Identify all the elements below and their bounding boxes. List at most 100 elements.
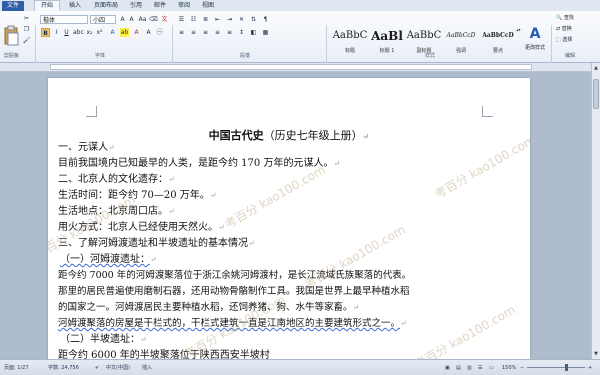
line-text: 生活地点：北京周口店。 — [58, 206, 168, 217]
align-center-icon[interactable]: ≡ — [189, 28, 198, 37]
style-strong[interactable]: AaBbCcD 要点 — [480, 25, 516, 59]
find-button[interactable]: 🔍 查找 — [556, 14, 574, 22]
document-line: 二、北京人的文化遗存：↵ — [58, 172, 175, 188]
decrease-indent-icon[interactable]: ⇤ — [213, 15, 222, 24]
document-page[interactable]: 中国古代史（历史七年级上册）↵ 一、元谋人↵ 目前我国境内已知最早的人类，是距今… — [48, 78, 530, 368]
style-label: 标题 — [344, 48, 355, 54]
underline-button[interactable]: U — [62, 28, 71, 37]
numbering-icon[interactable]: ☷ — [189, 15, 198, 24]
style-subtitle[interactable]: AaBbC 副标题 — [406, 25, 442, 59]
scroll-up-icon[interactable]: ▲ — [592, 65, 600, 71]
line-text: 距今约 7000 年的河姆渡聚落位于浙江余姚河姆渡村，是长江流域氏族聚落的代表。 — [58, 270, 412, 281]
change-styles-icon: A — [529, 26, 541, 42]
paragraph-mark-icon: ↵ — [150, 255, 157, 264]
show-marks-icon[interactable]: ¶ — [261, 15, 270, 24]
char-shading-icon[interactable]: A — [144, 28, 153, 37]
font-name-box[interactable]: 楷体 — [40, 15, 88, 24]
align-left-icon[interactable]: ≡ — [177, 28, 186, 37]
find-label: 查找 — [563, 15, 574, 21]
align-right-icon[interactable]: ≡ — [201, 28, 210, 37]
vertical-scrollbar[interactable]: ▲ ▼ — [591, 63, 600, 359]
font-color-icon[interactable]: A — [132, 28, 141, 37]
bold-button[interactable]: B — [41, 28, 50, 37]
line-text: 的国家之一。河姆渡居民主要种植水稻，还饲养猪、狗、水牛等家畜。 — [58, 302, 353, 313]
line-text: 用火方式：北京人已经使用天然火。 — [58, 222, 218, 233]
enclose-char-icon[interactable]: ㊀ — [155, 28, 164, 37]
tab-references[interactable]: 引用 — [126, 1, 146, 11]
chinese-layout-icon[interactable]: ✕ — [237, 15, 246, 24]
paragraph-mark-icon: ↵ — [209, 191, 217, 200]
cut-icon[interactable]: ✂ — [22, 14, 31, 23]
bullets-icon[interactable]: ☰ — [177, 15, 186, 24]
tab-insert[interactable]: 插入 — [64, 1, 86, 11]
clear-format-icon[interactable]: ⌫ — [149, 15, 158, 24]
borders-icon[interactable]: ▦ — [261, 28, 270, 37]
page-count[interactable]: 页面: 1/27 — [4, 364, 29, 372]
title-sub: （历史七年级上册） — [263, 129, 363, 142]
tab-mailings[interactable]: 邮件 — [150, 1, 170, 11]
tab-home[interactable]: 开始 — [34, 0, 60, 11]
insert-mode[interactable]: 插入 — [142, 364, 152, 372]
shrink-font-icon[interactable]: A — [127, 15, 136, 24]
style-label: 要点 — [492, 48, 503, 54]
margin-mark — [86, 106, 97, 117]
highlight-icon[interactable]: ab — [120, 28, 129, 37]
style-emphasis[interactable]: AaBbCcD 强调 — [443, 25, 479, 59]
watermark: 考百分 kao100.com — [412, 302, 518, 368]
line-text: 生活时间：距今约 70—20 万年。 — [58, 190, 210, 201]
select-icon: ⬚ — [556, 37, 561, 43]
line-text: （二）半坡遗址： — [60, 334, 140, 345]
style-sample: AaBbC — [332, 30, 368, 41]
scroll-down-icon[interactable]: ▼ — [592, 351, 600, 357]
replace-button[interactable]: ⇄ 替换 — [556, 25, 572, 33]
format-painter-icon[interactable]: 🖌 — [22, 36, 31, 45]
subscript-icon[interactable]: x₂ — [85, 28, 94, 37]
proofing-icon[interactable]: ✔ — [95, 364, 99, 372]
tab-file[interactable]: 文件 — [2, 1, 24, 11]
sort-icon[interactable]: ⇅ — [249, 15, 258, 24]
font-size-box[interactable]: 小四 — [90, 15, 116, 24]
view-draft-icon[interactable]: ▭ — [489, 364, 494, 372]
zoom-slider[interactable] — [527, 364, 585, 371]
tab-view[interactable]: 视图 — [198, 1, 218, 11]
paragraph-mark-icon: ↵ — [108, 143, 115, 152]
paste-button[interactable] — [3, 25, 20, 51]
style-title[interactable]: AaBbC 标题 — [332, 25, 368, 59]
superscript-icon[interactable]: x² — [95, 28, 104, 37]
tab-review[interactable]: 审阅 — [174, 1, 194, 11]
change-styles-button[interactable]: A 更改样式 — [522, 24, 548, 64]
multilevel-list-icon[interactable]: ≣ — [201, 15, 210, 24]
zoom-in-icon[interactable]: + — [588, 364, 592, 372]
line-spacing-icon[interactable]: ↕ — [237, 28, 246, 37]
language-indicator[interactable]: 中文(中国) — [106, 364, 130, 372]
zoom-slider-thumb[interactable] — [565, 364, 568, 371]
paragraph-mark-icon: ↵ — [400, 319, 407, 328]
increase-indent-icon[interactable]: ⇥ — [225, 15, 234, 24]
phonetic-guide-icon[interactable]: 文 — [160, 15, 169, 24]
word-count[interactable]: 字数: 24,756 — [48, 364, 79, 372]
justify-icon[interactable]: ≡ — [213, 28, 222, 37]
style-heading1[interactable]: AaBl 标题 1 — [369, 25, 405, 59]
view-outline-icon[interactable]: ☰ — [478, 364, 482, 372]
zoom-level[interactable]: 150% — [502, 364, 516, 372]
margin-mark — [482, 106, 493, 117]
zoom-out-icon[interactable]: − — [520, 364, 524, 372]
select-button[interactable]: ⬚ 选择 — [556, 36, 572, 44]
view-web-icon[interactable]: ▥ — [467, 364, 472, 372]
horizontal-ruler[interactable] — [0, 63, 600, 72]
distributed-icon[interactable]: ≡ — [225, 28, 234, 37]
styles-scroll-icon[interactable]: ▴▾ — [516, 25, 521, 55]
shading-icon[interactable]: ◧ — [249, 28, 258, 37]
italic-button[interactable]: I — [52, 28, 61, 37]
copy-icon[interactable]: ❐ — [22, 25, 31, 34]
tab-page-layout[interactable]: 页面布局 — [90, 1, 122, 11]
view-print-layout-icon[interactable]: ▣ — [445, 364, 450, 372]
grow-font-icon[interactable]: A — [118, 15, 127, 24]
change-case-icon[interactable]: Aa — [138, 15, 147, 24]
scroll-thumb[interactable] — [593, 79, 599, 109]
strikethrough-icon[interactable]: abc — [73, 28, 84, 37]
style-label: 副标题 — [416, 48, 432, 54]
paragraph-mark-icon: ↵ — [352, 303, 360, 312]
view-fullscreen-icon[interactable]: ▤ — [456, 364, 461, 372]
text-effects-icon[interactable]: A — [108, 28, 117, 37]
